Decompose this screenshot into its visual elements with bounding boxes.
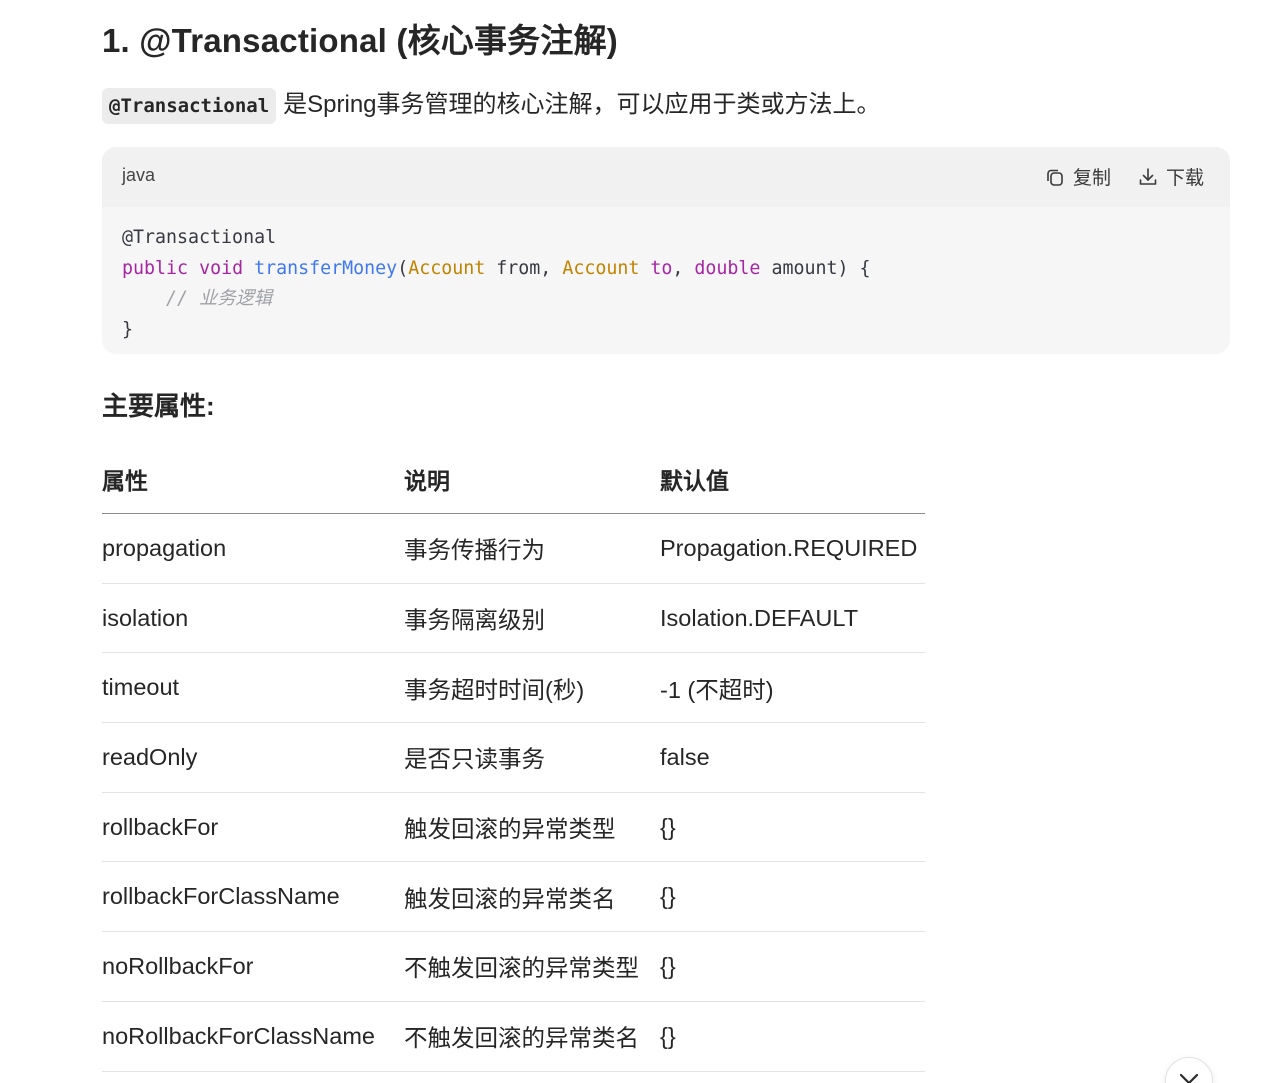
code-param: from, <box>485 257 563 279</box>
intro-paragraph: @Transactional 是Spring事务管理的核心注解，可以应用于类或方法… <box>102 86 881 124</box>
table-cell: Propagation.REQUIRED <box>660 513 925 584</box>
code-annotation: @Transactional <box>122 227 277 248</box>
table-cell: noRollbackFor <box>102 931 404 1002</box>
download-label: 下载 <box>1165 168 1204 189</box>
copy-button[interactable]: 复制 <box>1044 163 1111 190</box>
intro-text: 是Spring事务管理的核心注解，可以应用于类或方法上。 <box>283 91 881 118</box>
code-header: java 复制 下载 <box>102 147 1230 207</box>
table-cell: 不触发回滚的异常类名 <box>404 1001 660 1072</box>
code-type: Account <box>562 257 640 279</box>
code-keyword: void <box>199 257 244 279</box>
table-header-row: 属性 说明 默认值 <box>102 445 925 514</box>
code-actions: 复制 下载 <box>1044 163 1204 190</box>
column-header: 默认值 <box>660 445 925 514</box>
inline-code: @Transactional <box>102 87 277 124</box>
code-punct: ( <box>397 257 409 279</box>
code-punct: , <box>672 257 695 279</box>
chevron-down-icon <box>1178 1058 1200 1083</box>
table-row: timeout 事务超时时间(秒) -1 (不超时) <box>102 652 925 724</box>
table-cell: propagation <box>102 513 404 584</box>
code-comment: // 业务逻辑 <box>166 288 273 309</box>
table-cell: 事务隔离级别 <box>404 583 660 654</box>
column-header: 属性 <box>102 445 404 514</box>
table-row: rollbackFor 触发回滚的异常类型 {} <box>102 792 925 863</box>
table-row: isolation 事务隔离级别 Isolation.DEFAULT <box>102 583 925 654</box>
code-content: @Transactional public void transferMoney… <box>102 207 1230 345</box>
copy-label: 复制 <box>1072 168 1111 189</box>
table-row: noRollbackForClassName 不触发回滚的异常类名 {} <box>102 1001 925 1072</box>
code-type: Account <box>408 257 486 279</box>
copy-icon <box>1044 166 1066 188</box>
table-row: propagation 事务传播行为 Propagation.REQUIRED <box>102 513 925 584</box>
download-icon <box>1137 166 1159 188</box>
table-cell: Isolation.DEFAULT <box>660 583 925 654</box>
table-cell: noRollbackForClassName <box>102 1001 404 1072</box>
section-title: 1. @Transactional (核心事务注解) <box>102 22 618 59</box>
code-keyword: public <box>122 257 189 279</box>
table-cell: 不触发回滚的异常类型 <box>404 931 660 1002</box>
table-cell: readOnly <box>102 722 404 793</box>
table-cell: timeout <box>102 652 404 724</box>
table-cell: -1 (不超时) <box>660 652 925 724</box>
table-cell: 事务传播行为 <box>404 513 660 584</box>
code-keyword: double <box>694 257 761 279</box>
properties-table: 属性 说明 默认值 propagation 事务传播行为 Propagation… <box>102 445 925 1072</box>
table-cell: rollbackFor <box>102 792 404 863</box>
table-cell: rollbackForClassName <box>102 861 404 933</box>
properties-heading: 主要属性: <box>102 391 215 421</box>
code-method-name: transferMoney <box>254 257 398 279</box>
page: 1. @Transactional (核心事务注解) @Transactiona… <box>0 0 1272 1083</box>
table-cell: 是否只读事务 <box>404 722 660 793</box>
table-cell: isolation <box>102 583 404 654</box>
download-button[interactable]: 下载 <box>1137 163 1204 190</box>
table-cell: 触发回滚的异常类名 <box>404 861 660 933</box>
code-param: amount) { <box>760 257 871 279</box>
table-cell: {} <box>660 1001 925 1072</box>
code-block: java 复制 下载 @Transactional public void tr… <box>102 147 1230 354</box>
table-cell: {} <box>660 792 925 863</box>
table-row: rollbackForClassName 触发回滚的异常类名 {} <box>102 861 925 933</box>
table-cell: {} <box>660 861 925 933</box>
table-cell: 触发回滚的异常类型 <box>404 792 660 863</box>
table-row: readOnly 是否只读事务 false <box>102 722 925 793</box>
column-header: 说明 <box>404 445 660 514</box>
table-row: noRollbackFor 不触发回滚的异常类型 {} <box>102 931 925 1002</box>
code-language-label: java <box>122 165 156 185</box>
table-cell: false <box>660 722 925 793</box>
code-punct: } <box>122 318 134 340</box>
code-param-name: to <box>650 257 673 279</box>
scroll-to-bottom-button[interactable] <box>1165 1057 1213 1083</box>
table-cell: {} <box>660 931 925 1002</box>
table-cell: 事务超时时间(秒) <box>404 652 660 724</box>
